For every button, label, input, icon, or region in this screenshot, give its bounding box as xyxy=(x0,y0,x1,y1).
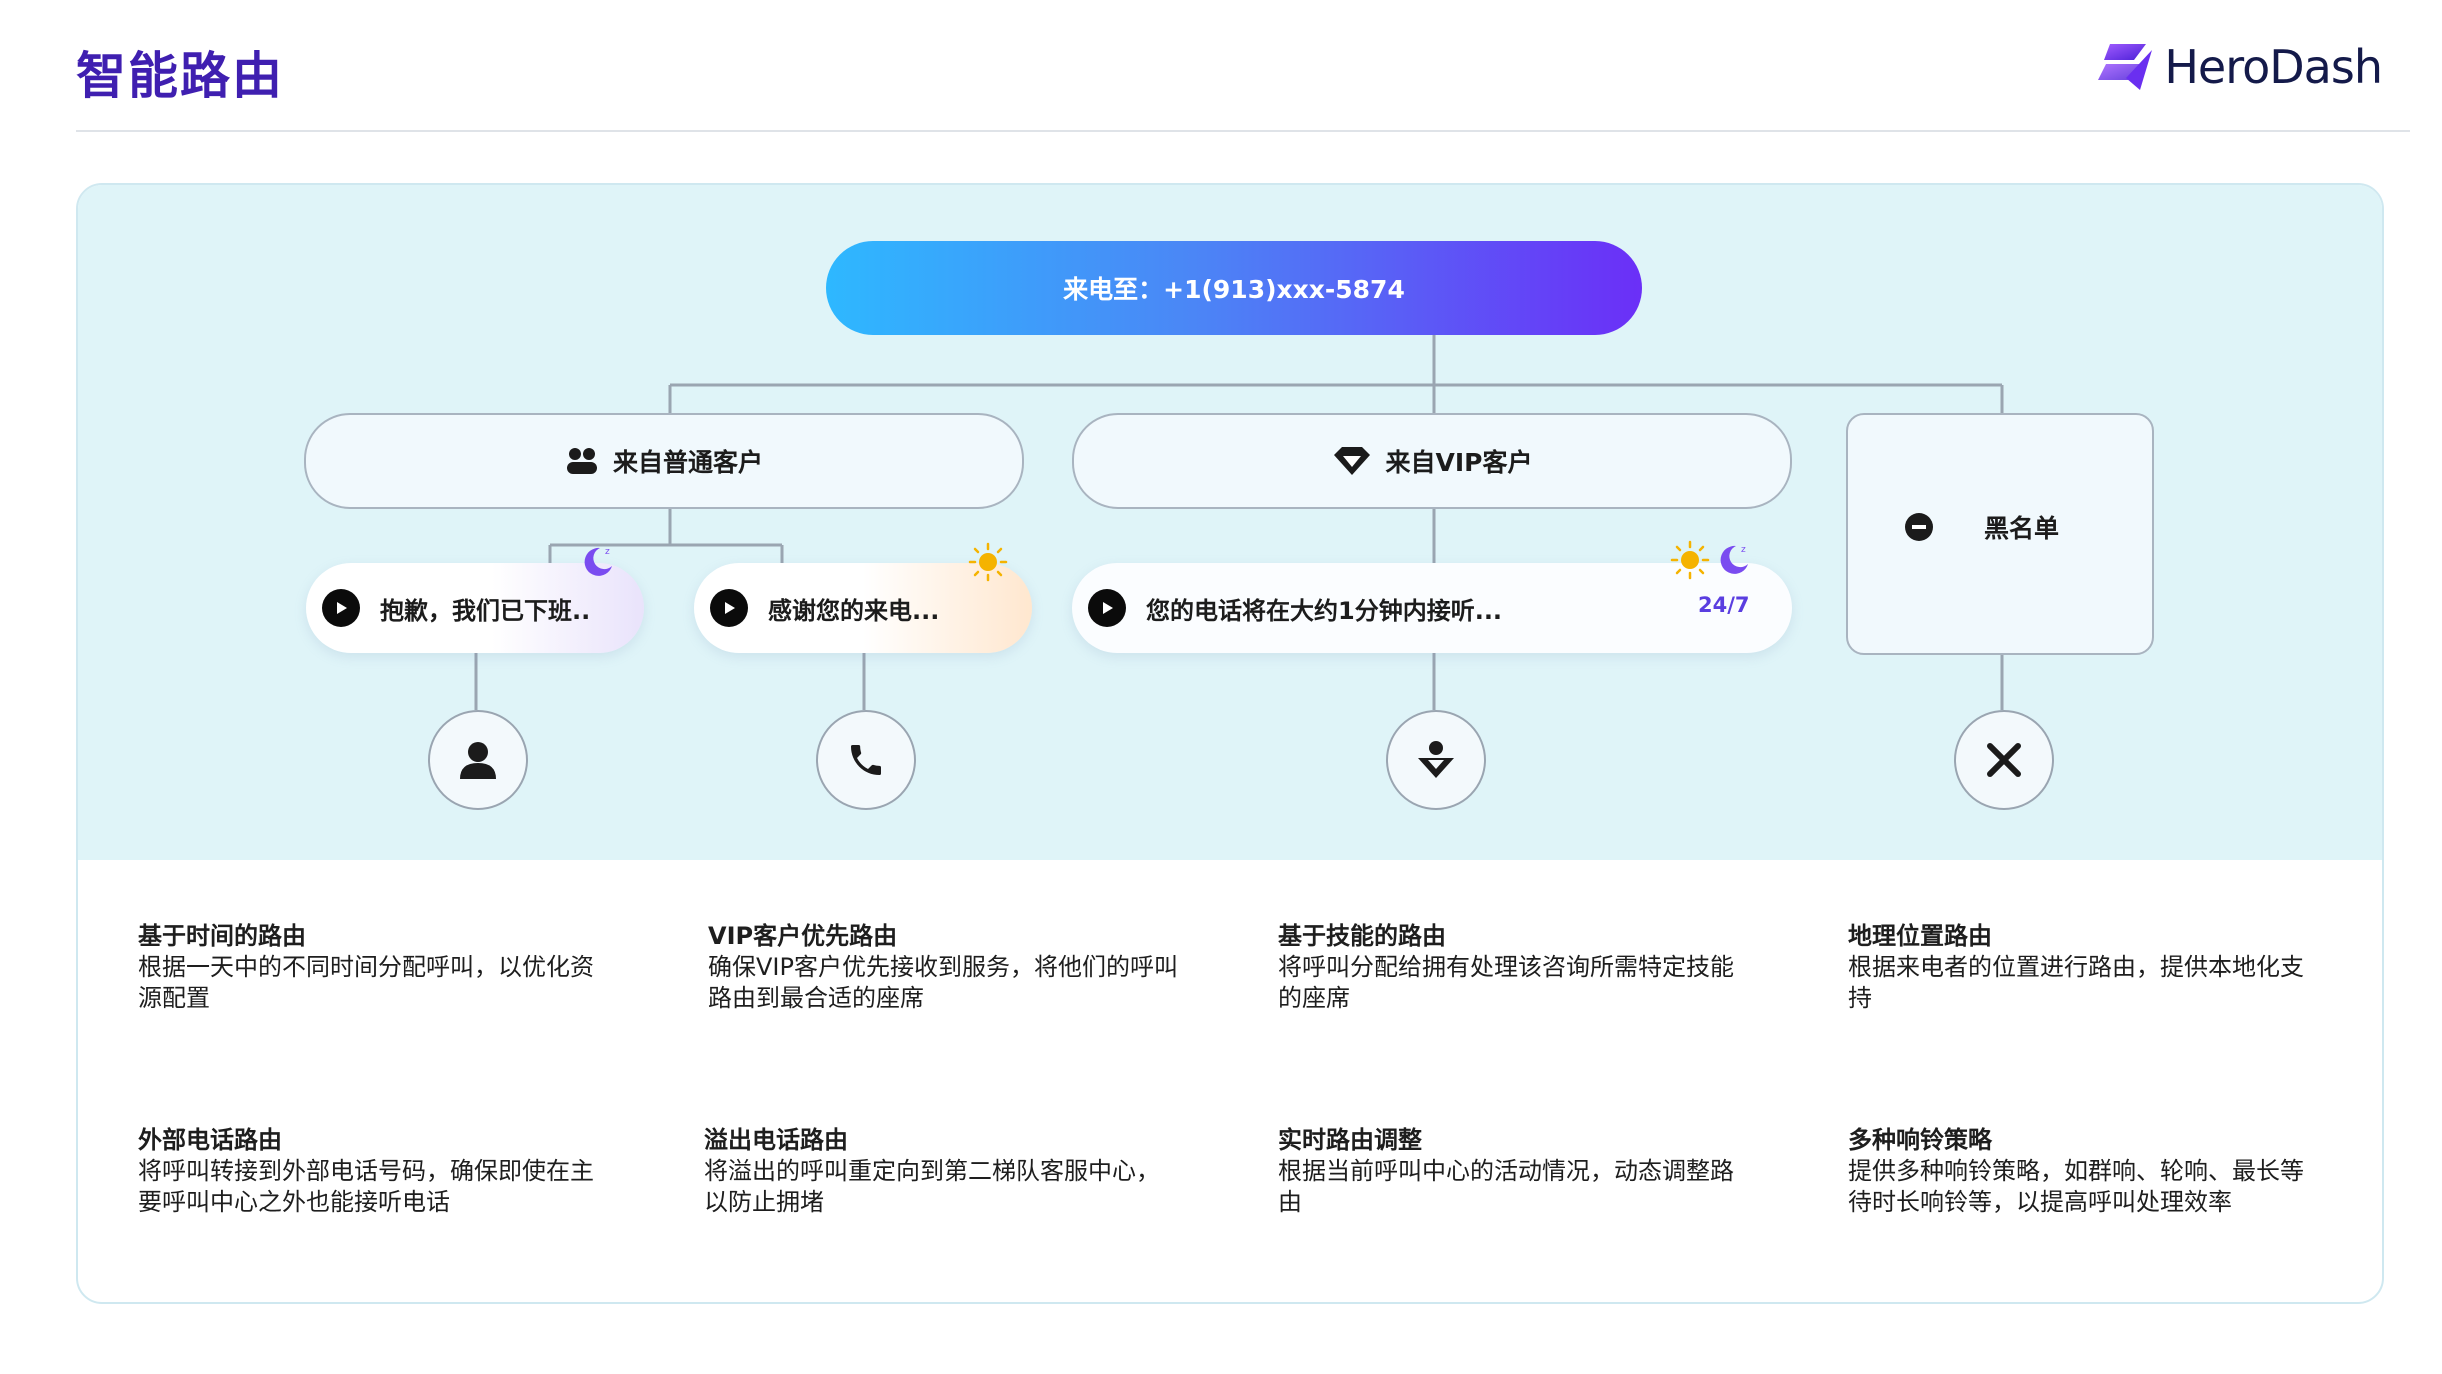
blacklist-label: 黑名单 xyxy=(1984,514,2060,543)
feature-item: 外部电话路由 将呼叫转接到外部电话号码，确保即使在主要呼叫中心之外也能接听电话 xyxy=(138,1125,608,1218)
feature-desc: 确保VIP客户优先接收到服务，将他们的呼叫路由到最合适的座席 xyxy=(708,953,1178,1012)
reject-endpoint xyxy=(1954,710,2054,810)
routing-diagram: 来电至：+1(913)xxx-5874 来自普通客户 来自VIP客户 黑名单 抱… xyxy=(78,185,2382,860)
feature-desc: 将呼叫分配给拥有处理该咨询所需特定技能的座席 xyxy=(1278,953,1734,1012)
play-icon[interactable] xyxy=(322,589,360,627)
phone-icon xyxy=(851,745,881,775)
vip-customer-label: 来自VIP客户 xyxy=(1385,448,1533,477)
regular-customer-node: 来自普通客户 xyxy=(304,413,1024,509)
vip-agent-endpoint xyxy=(1386,710,1486,810)
thank-you-text: 感谢您的来电... xyxy=(768,596,940,625)
play-icon[interactable] xyxy=(1088,589,1126,627)
feature-desc: 根据一天中的不同时间分配呼叫，以优化资源配置 xyxy=(138,953,594,1012)
feature-desc: 将呼叫转接到外部电话号码，确保即使在主要呼叫中心之外也能接听电话 xyxy=(138,1157,594,1216)
feature-title: 溢出电话路由 xyxy=(704,1126,848,1154)
regular-customer-label: 来自普通客户 xyxy=(612,448,763,477)
routing-panel: 来电至：+1(913)xxx-5874 来自普通客户 来自VIP客户 黑名单 抱… xyxy=(76,183,2384,1304)
moon-icon: z xyxy=(1720,545,1748,574)
feature-title: 实时路由调整 xyxy=(1278,1126,1422,1154)
feature-title: 外部电话路由 xyxy=(138,1126,282,1154)
feature-title: 地理位置路由 xyxy=(1848,922,1992,950)
feature-title: VIP客户优先路由 xyxy=(708,922,898,950)
users-icon xyxy=(566,448,597,474)
feature-title: 多种响铃策略 xyxy=(1848,1126,1992,1154)
after-hours-text: 抱歉，我们已下班.. xyxy=(380,596,591,625)
feature-item: 地理位置路由 根据来电者的位置进行路由，提供本地化支持 xyxy=(1848,921,2318,1014)
always-on-badge: 24/7 xyxy=(1698,593,1750,617)
diamond-icon xyxy=(1333,447,1370,475)
minus-circle-icon xyxy=(1905,513,1933,541)
blacklist-node: 黑名单 xyxy=(1846,413,2154,655)
feature-desc: 提供多种响铃策略，如群响、轮响、最长等待时长响铃等，以提高呼叫处理效率 xyxy=(1848,1157,2304,1216)
vip-agent-icon xyxy=(1418,741,1454,778)
svg-text:z: z xyxy=(605,547,610,557)
feature-item: 基于时间的路由 根据一天中的不同时间分配呼叫，以优化资源配置 xyxy=(138,921,608,1014)
agent-endpoint xyxy=(428,710,528,810)
feature-title: 基于技能的路由 xyxy=(1278,922,1446,950)
feature-item: 实时路由调整 根据当前呼叫中心的活动情况，动态调整路由 xyxy=(1278,1125,1748,1218)
vip-queue-text: 您的电话将在大约1分钟内接听... xyxy=(1146,596,1503,625)
feature-item: 多种响铃策略 提供多种响铃策略，如群响、轮响、最长等待时长响铃等，以提高呼叫处理… xyxy=(1848,1125,2318,1218)
vip-customer-node: 来自VIP客户 xyxy=(1072,413,1792,509)
feature-title: 基于时间的路由 xyxy=(138,922,306,950)
page-title: 智能路由 xyxy=(76,47,284,105)
logo-text: HeroDash xyxy=(2164,40,2383,94)
agent-icon xyxy=(460,742,496,779)
feature-desc: 根据来电者的位置进行路由，提供本地化支持 xyxy=(1848,953,2304,1012)
incoming-call-banner: 来电至：+1(913)xxx-5874 xyxy=(826,241,1642,335)
herodash-logo-icon xyxy=(2098,44,2153,90)
feature-item: 溢出电话路由 将溢出的呼叫重定向到第二梯队客服中心，以防止拥堵 xyxy=(704,1125,1174,1218)
play-icon[interactable] xyxy=(710,589,748,627)
feature-desc: 根据当前呼叫中心的活动情况，动态调整路由 xyxy=(1278,1157,1734,1216)
phone-endpoint xyxy=(816,710,916,810)
feature-item: VIP客户优先路由 确保VIP客户优先接收到服务，将他们的呼叫路由到最合适的座席 xyxy=(708,921,1178,1014)
svg-text:z: z xyxy=(1741,545,1746,555)
moon-icon: z xyxy=(584,547,612,576)
sun-icon xyxy=(968,542,1008,582)
brand-logo: HeroDash xyxy=(2096,40,2383,94)
header-divider xyxy=(76,130,2410,132)
feature-item: 基于技能的路由 将呼叫分配给拥有处理该咨询所需特定技能的座席 xyxy=(1278,921,1748,1014)
feature-desc: 将溢出的呼叫重定向到第二梯队客服中心，以防止拥堵 xyxy=(704,1157,1160,1216)
sun-icon xyxy=(1670,540,1710,580)
reject-icon xyxy=(1987,743,2021,777)
